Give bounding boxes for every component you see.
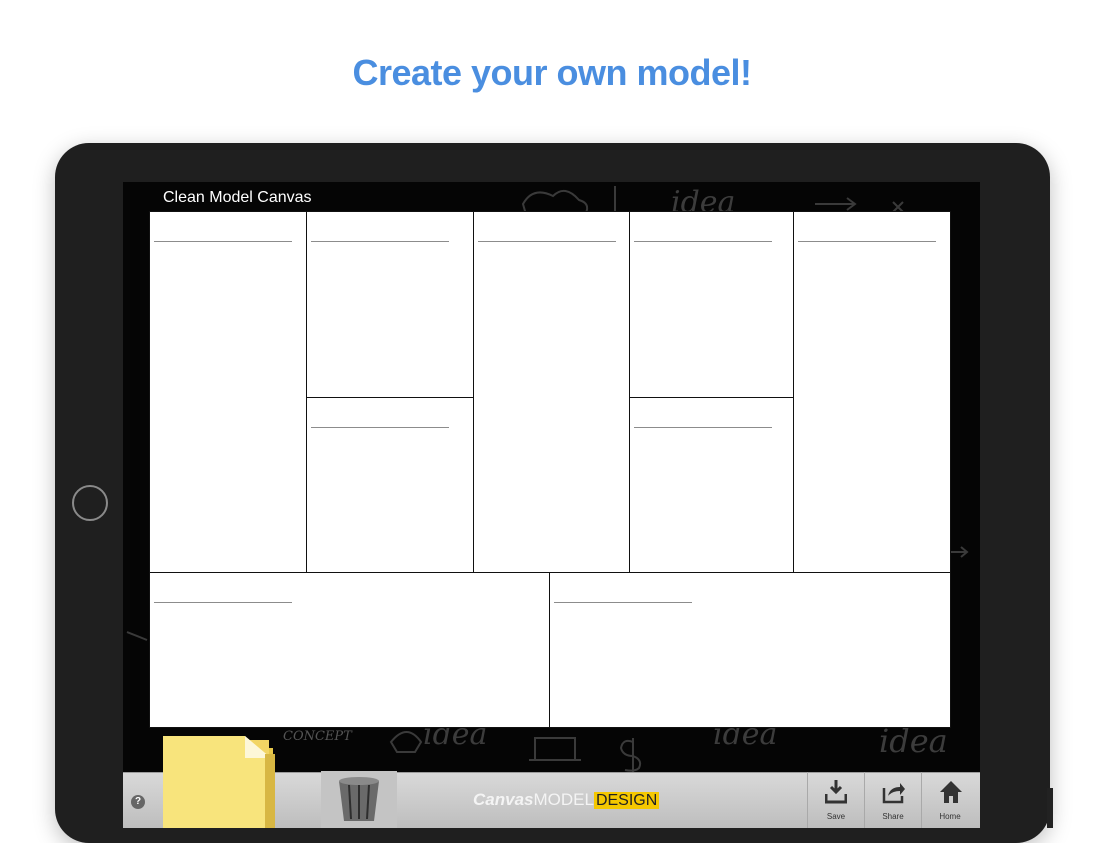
edge-tab — [1047, 788, 1053, 828]
trash-button[interactable] — [321, 771, 397, 828]
save-label: Save — [826, 812, 846, 821]
home-button-icon — [72, 485, 108, 521]
share-label: Share — [882, 812, 904, 821]
cell-heading-line — [311, 241, 449, 242]
help-icon[interactable]: ? — [131, 795, 145, 809]
download-icon — [825, 780, 847, 804]
cell-heading-line — [478, 241, 616, 242]
home-icon — [940, 781, 962, 803]
logo-part-model: MODEL — [533, 790, 594, 809]
cell-key-activities[interactable] — [306, 211, 474, 398]
save-button[interactable]: Save — [807, 772, 864, 828]
cell-value-propositions[interactable] — [473, 211, 630, 573]
share-icon — [882, 783, 905, 804]
home-button[interactable]: Home — [921, 772, 978, 828]
app-screen: idea CONCEPT idea idea idea Clean Model … — [123, 182, 980, 828]
doodle-dollar — [619, 738, 642, 774]
doodle-lamp — [389, 731, 423, 753]
home-label: Home — [939, 812, 961, 821]
cell-heading-line — [154, 241, 292, 242]
headline: Create your own model! — [352, 52, 752, 93]
cell-cost-structure[interactable] — [149, 572, 550, 728]
doodle-arrow-left — [126, 631, 148, 641]
doodle-arrow — [815, 197, 857, 211]
cell-customer-relationships[interactable] — [629, 211, 794, 398]
trash-icon — [321, 771, 397, 828]
cell-channels[interactable] — [629, 397, 794, 573]
doodle-concept: CONCEPT — [283, 729, 353, 744]
share-button[interactable]: Share — [864, 772, 921, 828]
cell-customer-segments[interactable] — [793, 211, 951, 573]
cell-heading-line — [634, 241, 772, 242]
app-logo: CanvasMODEL DESIGN — [473, 790, 660, 814]
cell-heading-line — [154, 602, 292, 603]
cell-key-resources[interactable] — [306, 397, 474, 573]
logo-part-canvas: Canvas — [473, 790, 534, 809]
cell-heading-line — [798, 241, 936, 242]
logo-part-design: DESIGN — [593, 792, 660, 809]
cell-heading-line — [634, 427, 772, 428]
cell-key-partners[interactable] — [149, 211, 307, 573]
cell-revenue-streams[interactable] — [549, 572, 951, 728]
folder-icon[interactable] — [163, 730, 283, 828]
business-model-board — [149, 211, 951, 728]
doodle-arrow-right — [949, 546, 969, 558]
cell-heading-line — [311, 427, 449, 428]
doodle-laptop — [529, 737, 581, 761]
canvas-title: Clean Model Canvas — [163, 189, 312, 206]
cell-heading-line — [554, 602, 692, 603]
